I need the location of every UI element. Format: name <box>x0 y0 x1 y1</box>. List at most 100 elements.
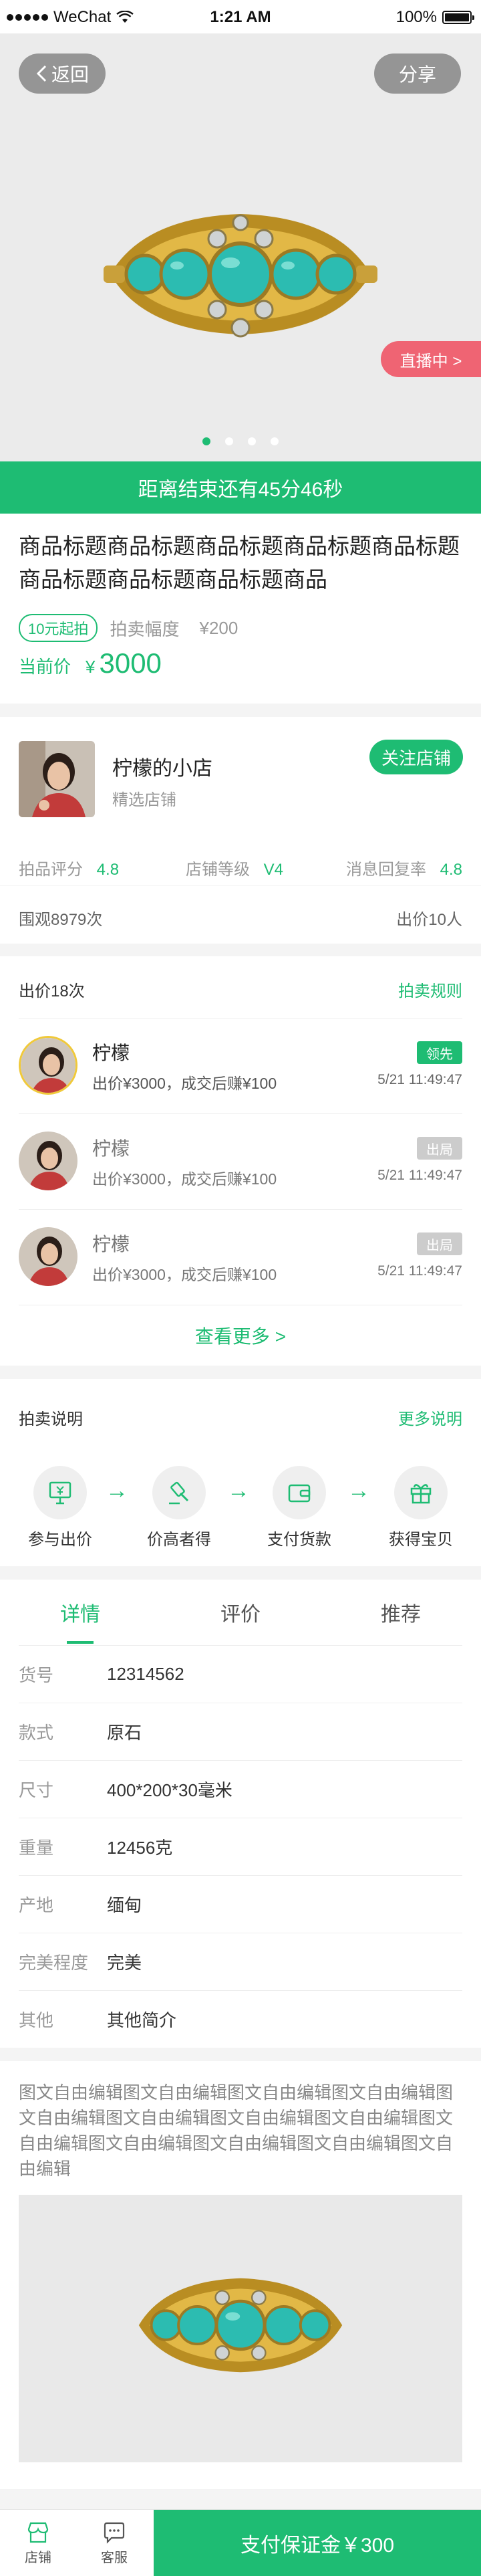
bid-time: 5/21 11:49:47 <box>377 1168 462 1183</box>
live-label: 直播中 > <box>399 352 462 370</box>
bid-row: 柠檬 出价¥3000，成交后赚¥100 领先 5/21 11:49:47 <box>19 1018 462 1113</box>
carousel-dot[interactable] <box>202 437 210 445</box>
countdown-banner: 距离结束还有45分46秒 <box>0 461 481 514</box>
service-button[interactable]: 客服 <box>76 2510 152 2576</box>
detail-value: 400*200*30毫米 <box>107 1780 232 1800</box>
bidder-avatar <box>19 1227 77 1286</box>
bidder-count: 出价10人 <box>396 911 462 929</box>
product-hero[interactable]: 返回 分享 直播中 > <box>0 33 481 461</box>
detail-value: 原石 <box>107 1723 142 1743</box>
follow-shop-button[interactable]: 关注店铺 <box>369 740 463 774</box>
detail-row: 货号 12314562 <box>19 1645 462 1703</box>
step-label: 价高者得 <box>147 1531 211 1549</box>
stat-level: 店铺等级 V4 <box>186 856 283 879</box>
more-explain-link[interactable]: 更多说明 <box>398 1406 462 1429</box>
step-bid <box>33 1466 87 1519</box>
detail-key: 重量 <box>19 1838 54 1858</box>
step-label: 获得宝贝 <box>389 1531 453 1549</box>
bidder-avatar <box>19 1132 77 1190</box>
carousel-dot[interactable] <box>271 437 279 445</box>
description-section: 图文自由编辑图文自由编辑图文自由编辑图文自由编辑图文自由编辑图文自由编辑图文自由… <box>0 2061 481 2489</box>
current-price-row: 当前价 ¥ 3000 <box>19 647 162 679</box>
auction-meta: 10元起拍 拍卖幅度 ¥200 <box>19 614 238 642</box>
battery-icon <box>442 11 474 24</box>
shop-card[interactable]: 柠檬的小店 精选店铺 关注店铺 拍品评分 4.8 店铺等级 V4 消息回复率 4… <box>0 717 481 885</box>
detail-row: 其他 其他简介 <box>19 1990 462 2048</box>
watch-count: 围观8979次 <box>19 911 103 929</box>
auction-process: 拍卖说明 更多说明 参与出价 → 价高者得 → 支付货款 → 获得宝贝 <box>0 1379 481 1566</box>
bid-row: 柠檬 出价¥3000，成交后赚¥100 出局 5/21 11:49:47 <box>19 1210 462 1305</box>
gift-icon <box>410 1484 432 1504</box>
detail-row: 完美程度 完美 <box>19 1933 462 1990</box>
detail-key: 款式 <box>19 1723 54 1743</box>
shop-tab-label: 店铺 <box>25 2550 51 2565</box>
back-button[interactable]: 返回 <box>19 53 106 94</box>
step-pay <box>273 1466 326 1519</box>
shop-icon <box>27 2522 49 2543</box>
step-label: 参与出价 <box>28 1531 92 1549</box>
wallet-icon <box>288 1484 311 1503</box>
stat-label: 消息回复率 <box>345 861 426 879</box>
status-right: 100% <box>396 8 474 27</box>
detail-row: 重量 12456克 <box>19 1818 462 1875</box>
back-chevron-icon <box>36 65 47 82</box>
bid-desc: 出价¥3000，成交后赚¥100 <box>92 1170 277 1188</box>
bid-time: 5/21 11:49:47 <box>377 1072 462 1087</box>
service-label: 客服 <box>101 2550 128 2565</box>
auction-rules-link[interactable]: 拍卖规则 <box>398 978 462 1001</box>
increment-value: ¥200 <box>199 617 238 638</box>
arrow-icon: → <box>347 1478 370 1503</box>
detail-key: 尺寸 <box>19 1780 54 1800</box>
pay-deposit-button[interactable]: 支付保证金￥300 <box>154 2510 481 2576</box>
detail-row: 款式 原石 <box>19 1703 462 1760</box>
bidder-avatar <box>19 1036 77 1095</box>
chat-icon <box>104 2522 125 2544</box>
view-more-bids[interactable]: 查看更多 > <box>0 1305 481 1366</box>
detail-key: 货号 <box>19 1665 54 1685</box>
shop-avatar[interactable] <box>19 741 95 817</box>
increment-label: 拍卖幅度 <box>110 619 180 639</box>
detail-key: 其他 <box>19 2010 54 2030</box>
stat-value: V4 <box>263 861 284 879</box>
bid-status-badge: 出局 <box>417 1137 462 1160</box>
bottom-action-bar: 店铺 客服 支付保证金￥300 <box>0 2509 481 2576</box>
tab-label: 评价 <box>220 1604 261 1626</box>
bid-time: 5/21 11:49:47 <box>377 1263 462 1279</box>
stat-score: 拍品评分 4.8 <box>19 856 119 879</box>
current-price-value: 3000 <box>99 647 162 679</box>
shop-tab-button[interactable]: 店铺 <box>0 2510 76 2576</box>
process-title: 拍卖说明 <box>19 1410 83 1428</box>
tab-detail[interactable]: 详情 <box>0 1580 160 1645</box>
bid-row: 柠檬 出价¥3000，成交后赚¥100 出局 5/21 11:49:47 <box>19 1114 462 1209</box>
live-tag[interactable]: 直播中 > <box>381 341 481 377</box>
bidder-name: 柠檬 <box>92 1043 130 1063</box>
carousel-dot[interactable] <box>248 437 256 445</box>
bid-status-badge: 领先 <box>417 1041 462 1064</box>
detail-row: 尺寸 400*200*30毫米 <box>19 1760 462 1818</box>
tab-reviews[interactable]: 评价 <box>160 1580 321 1645</box>
carousel-dots[interactable] <box>0 437 481 445</box>
bidder-name: 柠檬 <box>92 1138 130 1159</box>
shop-subtitle: 精选店铺 <box>112 791 176 809</box>
share-label: 分享 <box>398 64 436 85</box>
bid-count-header: 出价18次 <box>19 982 85 1000</box>
detail-value: 其他简介 <box>107 2010 177 2030</box>
shop-avatar-image <box>19 741 95 817</box>
detail-section: 详情 评价 推荐 货号 12314562 款式 原石 尺寸 400*200*30毫米 … <box>0 1580 481 2048</box>
stat-value: 4.8 <box>96 861 120 879</box>
stat-label: 店铺等级 <box>186 861 250 879</box>
tab-label: 推荐 <box>381 1604 421 1626</box>
ring-image <box>104 214 377 338</box>
bid-card-icon <box>49 1481 71 1505</box>
description-text: 图文自由编辑图文自由编辑图文自由编辑图文自由编辑图文自由编辑图文自由编辑图文自由… <box>19 2082 454 2179</box>
shop-name[interactable]: 柠檬的小店 <box>112 752 212 781</box>
product-title: 商品标题商品标题商品标题商品标题商品标题商品标题商品标题商品标题商品 <box>19 534 460 592</box>
carousel-dot[interactable] <box>225 437 233 445</box>
tab-recommend[interactable]: 推荐 <box>321 1580 481 1645</box>
detail-value: 12314562 <box>107 1664 184 1684</box>
step-highest <box>152 1466 206 1519</box>
bid-status-badge: 出局 <box>417 1232 462 1255</box>
stat-label: 拍品评分 <box>19 861 83 879</box>
arrow-icon: → <box>106 1478 128 1503</box>
share-button[interactable]: 分享 <box>374 53 461 94</box>
